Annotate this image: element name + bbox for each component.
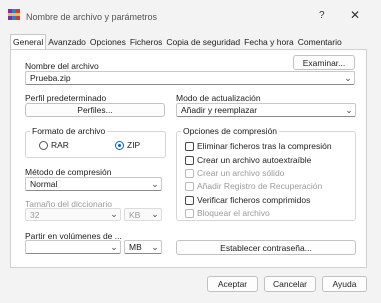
radio-rar[interactable]: RAR	[39, 140, 69, 150]
split-unit-select[interactable]: MB ⌄	[124, 240, 162, 254]
update-mode-select[interactable]: Añadir y reemplazar ⌄	[176, 103, 356, 117]
tab-ficheros[interactable]: Ficheros	[128, 36, 165, 49]
delete-files-checkbox[interactable]	[185, 141, 194, 151]
create-sfx-checkbox[interactable]	[185, 155, 194, 165]
lock-archive-label: Bloquear el archivo	[197, 208, 270, 218]
archive-name-combobox[interactable]: Prueba.zip ⌄	[25, 71, 355, 85]
tab-opciones[interactable]: Opciones	[88, 36, 128, 49]
split-volumes-combobox[interactable]: ⌄	[25, 240, 121, 254]
archive-name-value: Prueba.zip	[30, 73, 71, 83]
split-unit-value: MB	[129, 242, 142, 252]
compression-method-label: Método de compresión	[25, 167, 112, 177]
option-create-sfx[interactable]: Crear un archivo autoextraíble	[185, 155, 311, 165]
browse-button[interactable]: Examinar...	[293, 55, 355, 70]
chevron-down-icon: ⌄	[151, 209, 159, 219]
archive-format-title: Formato de archivo	[30, 126, 108, 136]
lock-archive-checkbox	[185, 208, 194, 218]
recovery-record-label: Añadir Registro de Recuperación	[197, 181, 323, 191]
close-icon[interactable]: ✕	[350, 8, 360, 22]
tab-copia-de-seguridad[interactable]: Copia de seguridad	[164, 36, 242, 49]
option-recovery-record: Añadir Registro de Recuperación	[185, 181, 322, 191]
option-create-solid: Crear un archivo sólido	[185, 168, 284, 178]
tab-avanzado[interactable]: Avanzado	[46, 36, 88, 49]
dictionary-unit-value: KB	[129, 209, 141, 220]
tab-fecha-y-hora[interactable]: Fecha y hora	[242, 36, 296, 49]
chevron-down-icon[interactable]: ⌄	[343, 105, 355, 116]
chevron-down-icon: ⌄	[110, 209, 118, 219]
window-title: Nombre de archivo y parámetros	[26, 12, 158, 22]
cancel-button[interactable]: Cancelar	[264, 276, 316, 292]
dictionary-size-value: 32	[30, 209, 40, 220]
create-solid-label: Crear un archivo sólido	[197, 168, 285, 178]
set-password-button[interactable]: Establecer contraseña...	[176, 240, 356, 255]
dictionary-size-select: 32 ⌄	[25, 208, 121, 221]
dictionary-unit-select: KB ⌄	[124, 208, 162, 221]
option-delete-files[interactable]: Eliminar ficheros tras la compresión	[185, 141, 332, 151]
help-title-button[interactable]: ?	[319, 10, 325, 21]
verify-files-label: Verificar ficheros comprimidos	[197, 195, 311, 205]
radio-rar-circle[interactable]	[39, 140, 48, 150]
radio-zip-label: ZIP	[127, 140, 141, 150]
tab-general[interactable]: General	[10, 34, 47, 49]
option-lock-archive: Bloquear el archivo	[185, 208, 270, 218]
chevron-down-icon[interactable]: ⌄	[342, 73, 354, 84]
ok-button[interactable]: Aceptar	[207, 276, 258, 292]
chevron-down-icon[interactable]: ⌄	[108, 242, 120, 253]
option-verify-files[interactable]: Verificar ficheros comprimidos	[185, 195, 310, 205]
help-button[interactable]: Ayuda	[322, 276, 367, 292]
update-mode-label: Modo de actualización	[176, 93, 261, 103]
compression-options-title: Opciones de compresión	[181, 126, 280, 136]
compression-method-select[interactable]: Normal ⌄	[25, 177, 162, 191]
radio-rar-label: RAR	[51, 140, 69, 150]
verify-files-checkbox[interactable]	[185, 195, 194, 205]
create-solid-checkbox	[185, 168, 194, 178]
profiles-button[interactable]: Perfiles...	[25, 103, 165, 117]
tab-comentario[interactable]: Comentario	[296, 36, 344, 49]
delete-files-label: Eliminar ficheros tras la compresión	[197, 141, 332, 151]
create-sfx-label: Crear un archivo autoextraíble	[197, 155, 312, 165]
tab-strip: General Avanzado Opciones Ficheros Copia…	[10, 34, 344, 49]
update-mode-value: Añadir y reemplazar	[181, 105, 258, 115]
archive-name-label: Nombre del archivo	[25, 61, 99, 71]
chevron-down-icon[interactable]: ⌄	[149, 242, 161, 253]
recovery-record-checkbox	[185, 181, 194, 191]
radio-zip[interactable]: ZIP	[115, 140, 140, 150]
compression-method-value: Normal	[30, 179, 58, 189]
chevron-down-icon[interactable]: ⌄	[149, 179, 161, 190]
radio-zip-circle[interactable]	[115, 140, 124, 150]
winrar-app-icon	[8, 9, 20, 20]
profile-label: Perfil predeterminado	[25, 93, 107, 103]
